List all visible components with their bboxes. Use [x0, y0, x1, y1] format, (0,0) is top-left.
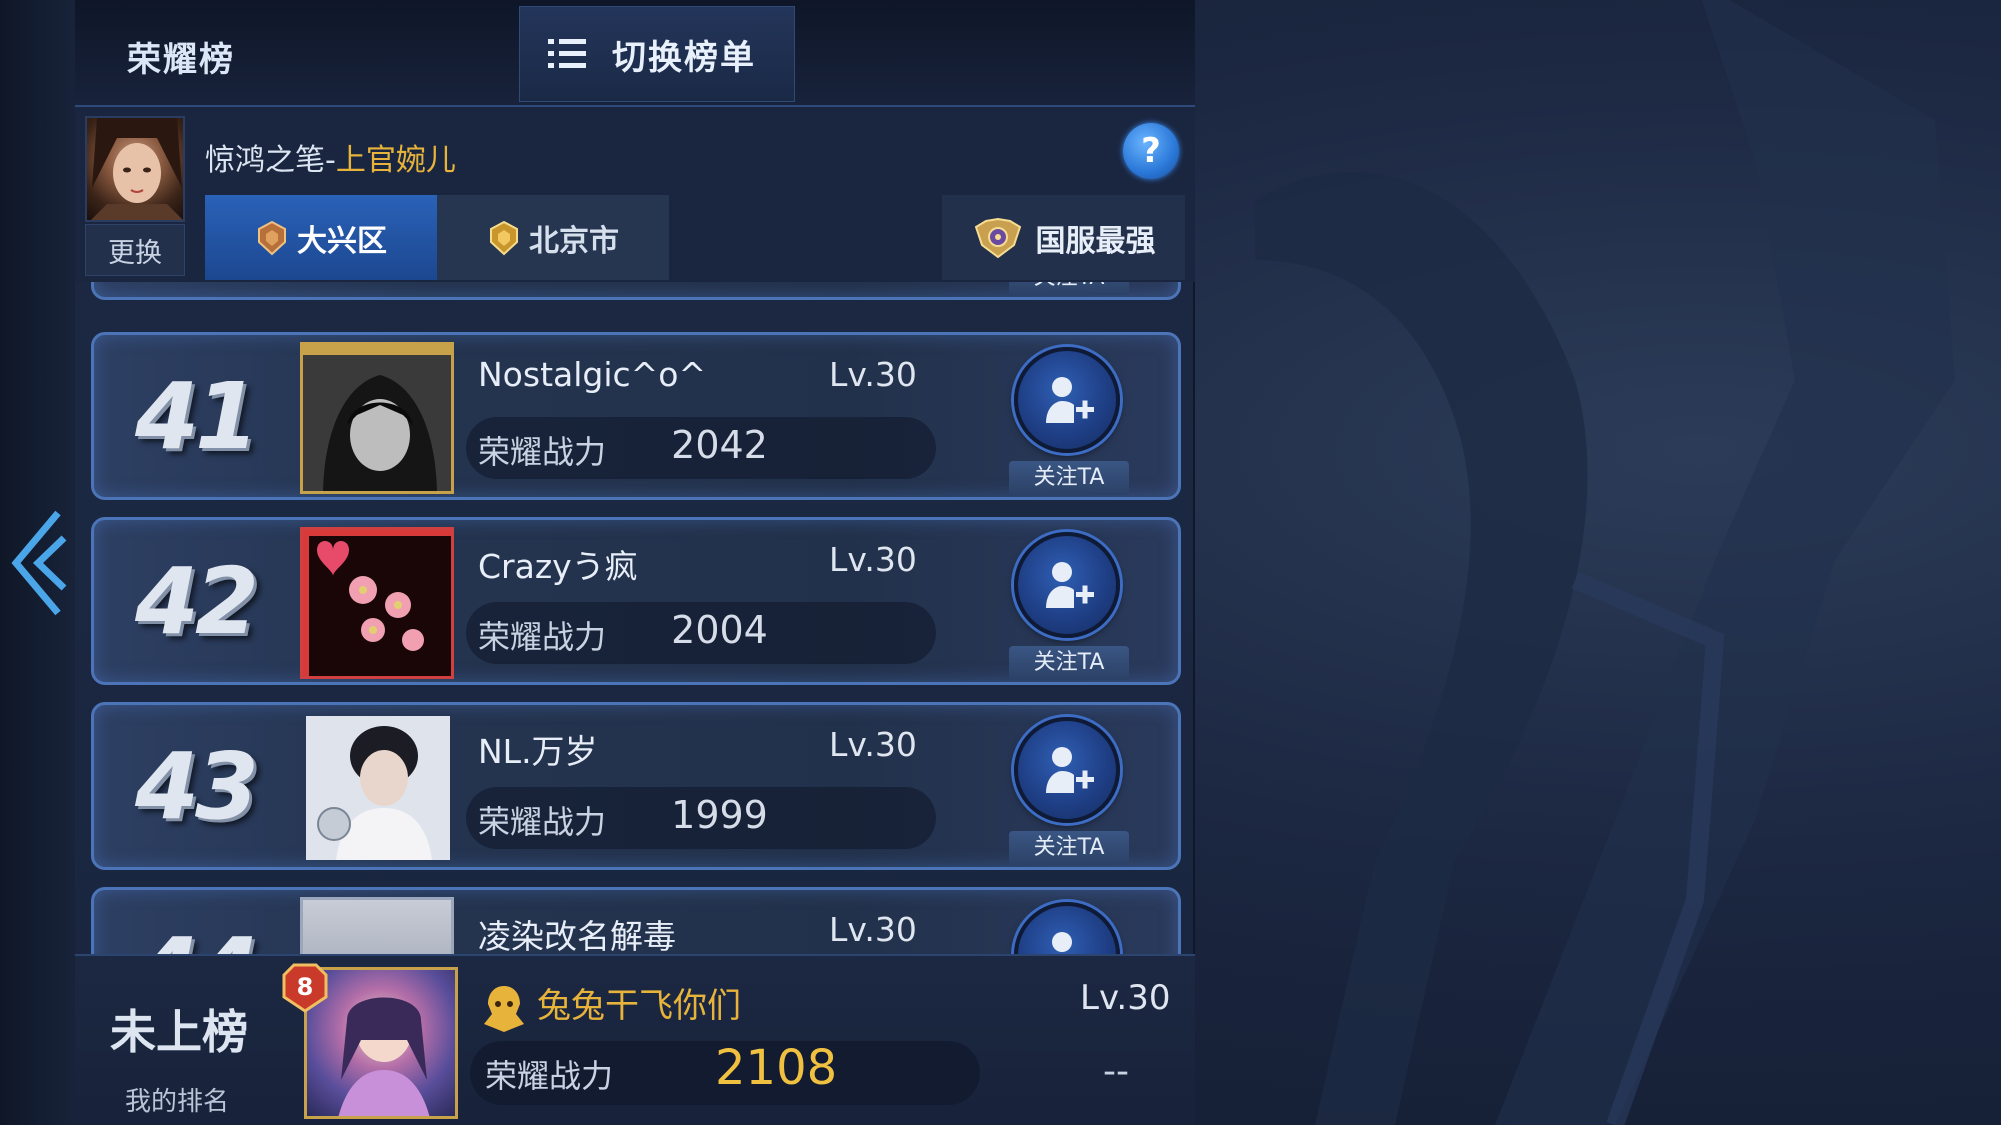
bronze-medal-icon: [258, 220, 286, 255]
ranking-panel: 荣耀榜 切换榜单 更换 惊鸿之笔-上官婉儿 ? 大兴区 北京市 国服最强 41 …: [75, 0, 1195, 1125]
crest-icon: [484, 986, 524, 1032]
my-player-level: Lv.30: [1080, 978, 1171, 1018]
list-icon: [548, 39, 586, 68]
follow-label[interactable]: 关注TA: [1009, 461, 1129, 495]
player-name: Crazyう疯: [478, 547, 638, 586]
player-name: Nostalgic^o^: [478, 355, 707, 394]
rank-number: 42: [134, 548, 259, 655]
rank-number: 44: [120, 918, 270, 954]
player-level: Lv.30: [829, 355, 917, 394]
add-friend-icon: [1046, 562, 1094, 608]
follow-button[interactable]: [1014, 717, 1120, 823]
add-friend-icon: [1046, 377, 1094, 423]
chevron-double-left-icon: [11, 510, 67, 616]
add-friend-icon: [1052, 932, 1072, 952]
question-icon: ?: [1141, 131, 1161, 171]
gold-medal-icon: [490, 220, 518, 255]
follow-label[interactable]: 关注TA: [1009, 831, 1129, 865]
rank-number: 43: [134, 733, 259, 840]
my-rank-status: 未上榜: [110, 1005, 248, 1059]
power-value: 2042: [671, 423, 768, 467]
power-label: 荣耀战力: [478, 803, 607, 841]
tab-city-label: 北京市: [529, 223, 619, 259]
my-power-value: 2108: [715, 1040, 838, 1096]
list-item: 41 Nostalgic^o^ Lv.30 荣耀战力 2042 关注TA: [91, 332, 1181, 500]
page-title: 荣耀榜: [127, 40, 235, 80]
my-power-label: 荣耀战力: [485, 1057, 614, 1095]
player-level: Lv.30: [829, 725, 917, 764]
tab-national[interactable]: 国服最强: [942, 195, 1185, 280]
power-label: 荣耀战力: [478, 618, 607, 656]
my-rank-bar: 未上榜 我的排名 8 兔兔干飞你们 Lv.30 荣耀战力 2108 --: [75, 954, 1195, 1125]
hero-name-character: 上官婉儿: [335, 143, 456, 178]
hero-selector: 更换 惊鸿之笔-上官婉儿 ? 大兴区 北京市 国服最强: [75, 107, 1195, 282]
my-player-name: 兔兔干飞你们: [537, 986, 741, 1026]
tab-city[interactable]: 北京市: [437, 195, 669, 280]
tab-district[interactable]: 大兴区: [205, 195, 437, 280]
crest-icon: [974, 217, 1021, 258]
help-button[interactable]: ?: [1123, 123, 1179, 179]
follow-button[interactable]: [1014, 347, 1120, 453]
power-value: 2004: [671, 608, 768, 652]
level-badge-number: 8: [297, 973, 314, 1001]
avatar[interactable]: [300, 527, 454, 679]
hero-name: 惊鸿之笔-上官婉儿: [205, 135, 456, 179]
avatar[interactable]: [306, 716, 450, 860]
follow-button[interactable]: [1014, 532, 1120, 638]
switch-board-button[interactable]: 切换榜单: [519, 6, 795, 102]
avatar[interactable]: [300, 342, 454, 494]
power-label: 荣耀战力: [478, 433, 607, 471]
power-value: 1999: [671, 793, 768, 837]
back-button[interactable]: [8, 508, 68, 618]
rank-number: 41: [134, 363, 259, 470]
tab-national-label: 国服最强: [1035, 223, 1156, 259]
list-item: 关注TA: [91, 282, 1181, 300]
avatar[interactable]: [300, 897, 454, 954]
header: 荣耀榜 切换榜单: [75, 0, 1195, 107]
follow-label[interactable]: 关注TA: [1009, 282, 1129, 295]
switch-board-label: 切换榜单: [612, 37, 756, 78]
level-badge-icon: 8: [282, 963, 328, 1013]
ranking-list[interactable]: 关注TA 41 Nostalgic^o^ Lv.30 荣耀战力 2042: [75, 282, 1195, 954]
list-item: 42 Crazyう疯 Lv.30 荣耀战力 2004 关注TA: [91, 517, 1181, 685]
change-hero-button[interactable]: 更换: [85, 224, 185, 276]
tab-district-label: 大兴区: [297, 223, 387, 259]
player-level: Lv.30: [829, 540, 917, 579]
follow-button[interactable]: [1014, 902, 1120, 954]
list-item: 44 凌染改名解毒 Lv.30: [91, 887, 1181, 954]
my-rank-caption: 我的排名: [125, 1087, 230, 1117]
background-artwork: [1195, 0, 2001, 1125]
player-name: 凌染改名解毒: [478, 917, 676, 954]
follow-label[interactable]: 关注TA: [1009, 646, 1129, 680]
hero-name-prefix: 惊鸿之笔-: [205, 143, 336, 178]
my-rank-value: --: [1103, 1051, 1129, 1092]
player-name: NL.万岁: [478, 732, 598, 771]
add-friend-icon: [1046, 747, 1094, 793]
hero-portrait[interactable]: [85, 116, 185, 222]
list-item: 43 NL.万岁 Lv.30 荣耀战力 1999 关注TA: [91, 702, 1181, 870]
player-level: Lv.30: [829, 910, 917, 949]
